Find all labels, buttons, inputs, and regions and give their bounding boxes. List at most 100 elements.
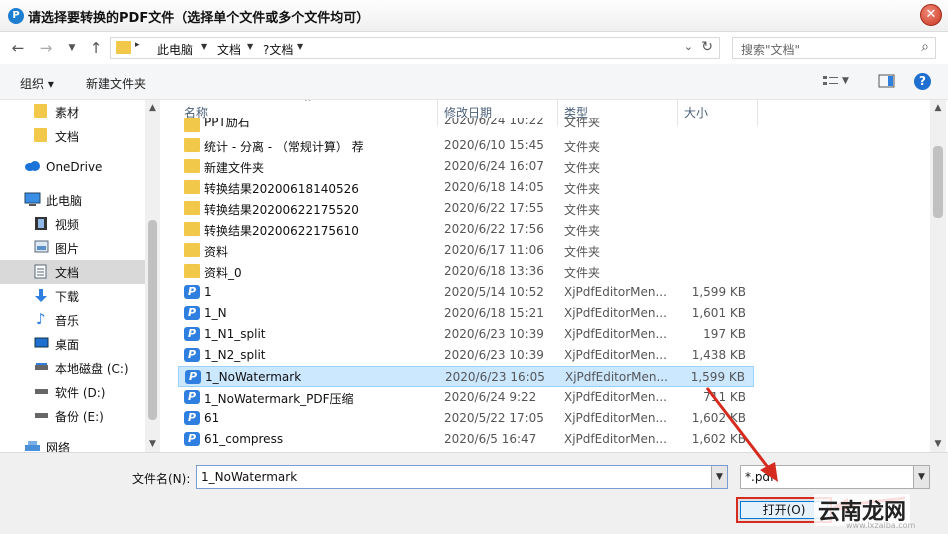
- sidebar-item-documents-folder[interactable]: 文档: [0, 124, 145, 148]
- sidebar-item-drive-d[interactable]: 软件 (D:): [0, 380, 145, 404]
- list-item[interactable]: 新建文件夹 2020/6/24 16:07 文件夹: [178, 156, 754, 177]
- file-date: 2020/6/18 15:21: [444, 306, 544, 320]
- sidebar-item-drive-c[interactable]: 本地磁盘 (C:): [0, 356, 145, 380]
- sidebar-item-desktop[interactable]: 桌面: [0, 332, 145, 356]
- file-date: 2020/6/17 11:06: [444, 243, 544, 257]
- video-icon: [34, 216, 49, 231]
- list-item[interactable]: 统计 - 分离 - （常规计算） 荐 2020/6/10 15:45 文件夹: [178, 135, 754, 156]
- address-bar[interactable]: ▸ 此电脑 ▼ 文档 ▼ ?文档 ▼ ⌄ ↻: [110, 37, 720, 59]
- up-arrow-icon[interactable]: ↑: [86, 38, 106, 58]
- folder-icon: [184, 138, 200, 152]
- view-options-icon[interactable]: [822, 73, 840, 89]
- folder-icon: [34, 128, 47, 142]
- chevron-down-icon[interactable]: ▼: [201, 42, 207, 51]
- file-size: 1,599 KB: [690, 370, 745, 384]
- list-item[interactable]: 转换结果20200622175520 2020/6/22 17:55 文件夹: [178, 198, 754, 219]
- sidebar-item-drive-e[interactable]: 备份 (E:): [0, 404, 145, 428]
- scroll-up-icon[interactable]: ▲: [145, 100, 160, 116]
- back-arrow-icon[interactable]: ←: [8, 38, 28, 58]
- file-type: 文件夹: [564, 266, 601, 280]
- view-dropdown-icon[interactable]: ▼: [842, 76, 856, 92]
- sidebar-item-this-pc[interactable]: 此电脑: [0, 188, 145, 212]
- list-item[interactable]: 资料_0 2020/6/18 13:36 文件夹: [178, 261, 754, 282]
- file-list-scrollbar[interactable]: ▲ ▼: [930, 100, 946, 452]
- list-item[interactable]: PPT励石 2020/6/24 10:22 文件夹: [178, 118, 754, 132]
- close-button[interactable]: ✕: [920, 4, 942, 26]
- file-type: 文件夹: [564, 224, 601, 238]
- file-name: 61: [204, 411, 220, 425]
- sidebar-item-label: 文档: [55, 266, 80, 280]
- window-title: 请选择要转换的PDF文件（选择单个文件或多个文件均可）: [28, 11, 370, 26]
- sidebar-item-videos[interactable]: 视频: [0, 212, 145, 236]
- recent-locations-dropdown-icon[interactable]: ▼: [62, 38, 82, 58]
- sidebar-item-network[interactable]: 网络: [0, 435, 145, 452]
- file-name: 统计 - 分离 - （常规计算） 荐: [204, 140, 364, 154]
- list-item[interactable]: P 1 2020/5/14 10:52 XjPdfEditorMen... 1,…: [178, 282, 754, 303]
- scroll-up-icon[interactable]: ▲: [930, 100, 946, 116]
- preview-pane-icon[interactable]: [878, 73, 896, 89]
- sidebar-item-downloads[interactable]: 下载: [0, 284, 145, 308]
- list-item[interactable]: P 61_compress 2020/6/5 16:47 XjPdfEditor…: [178, 429, 754, 450]
- sidebar-item-pictures[interactable]: 图片: [0, 236, 145, 260]
- search-box[interactable]: 搜索"文档" ⌕: [732, 37, 936, 59]
- scrollbar-thumb[interactable]: [148, 220, 157, 420]
- file-type: XjPdfEditorMen...: [564, 327, 667, 341]
- sidebar-item-music[interactable]: ♪ 音乐: [0, 308, 145, 332]
- pdf-file-icon: P: [184, 411, 200, 425]
- search-icon[interactable]: ⌕: [921, 39, 929, 55]
- sidebar-item-onedrive[interactable]: OneDrive: [0, 156, 145, 180]
- file-date: 2020/6/24 9:22: [444, 390, 537, 404]
- sidebar-item-label: 视频: [55, 218, 80, 232]
- sidebar-item-material[interactable]: 素材: [0, 100, 145, 124]
- title-bar: P 请选择要转换的PDF文件（选择单个文件或多个文件均可） ✕: [0, 0, 948, 32]
- drive-icon: [34, 360, 49, 375]
- refresh-icon[interactable]: ↻: [701, 39, 713, 55]
- new-folder-button[interactable]: 新建文件夹: [86, 75, 146, 92]
- folder-icon: [184, 180, 200, 194]
- breadcrumb-documents[interactable]: 文档: [217, 41, 241, 58]
- filter-dropdown-icon[interactable]: ▼: [913, 466, 929, 488]
- filename-value[interactable]: 1_NoWatermark: [201, 470, 297, 484]
- file-name: 61_compress: [204, 432, 284, 446]
- breadcrumb-this-pc[interactable]: 此电脑: [157, 41, 193, 58]
- list-item-selected[interactable]: P 1_NoWatermark 2020/6/23 16:05 XjPdfEdi…: [178, 366, 754, 387]
- list-item[interactable]: P 61 2020/5/22 17:05 XjPdfEditorMen... 1…: [178, 408, 754, 429]
- breadcrumb-current[interactable]: ?文档: [263, 41, 293, 58]
- address-dropdown-icon[interactable]: ⌄: [684, 40, 693, 53]
- pdf-file-icon: P: [184, 432, 200, 446]
- scroll-down-icon[interactable]: ▼: [145, 436, 160, 452]
- sidebar-item-label: 素材: [55, 106, 80, 120]
- help-icon[interactable]: ?: [914, 73, 931, 90]
- navigation-scrollbar[interactable]: ▲ ▼: [145, 100, 160, 452]
- list-item[interactable]: P 1_NoWatermark_PDF压缩 2020/6/24 9:22 XjP…: [178, 387, 754, 408]
- scroll-down-icon[interactable]: ▼: [930, 436, 946, 452]
- file-type: 文件夹: [564, 245, 601, 259]
- file-name: 资料: [204, 245, 229, 259]
- file-date: 2020/5/22 17:05: [444, 411, 544, 425]
- file-type: XjPdfEditorMen...: [564, 390, 667, 404]
- sidebar-item-documents[interactable]: 文档: [0, 260, 145, 284]
- search-input[interactable]: 搜索"文档": [741, 41, 800, 58]
- list-item[interactable]: P 1_N2_split 2020/6/23 10:39 XjPdfEditor…: [178, 345, 754, 366]
- filename-field[interactable]: 1_NoWatermark ▼: [196, 465, 728, 489]
- file-date: 2020/6/18 14:05: [444, 180, 544, 194]
- file-type-filter[interactable]: *.pdf ▼: [740, 465, 930, 489]
- list-item[interactable]: P 1_N 2020/6/18 15:21 XjPdfEditorMen... …: [178, 303, 754, 324]
- list-item[interactable]: 转换结果20200618140526 2020/6/18 14:05 文件夹: [178, 177, 754, 198]
- chevron-right-icon: ▸: [135, 40, 140, 50]
- file-type: 文件夹: [564, 140, 601, 154]
- list-item[interactable]: P 1_N1_split 2020/6/23 10:39 XjPdfEditor…: [178, 324, 754, 345]
- chevron-down-icon[interactable]: ▼: [297, 42, 303, 51]
- filename-dropdown-icon[interactable]: ▼: [711, 466, 727, 488]
- filter-value[interactable]: *.pdf: [745, 470, 774, 484]
- sidebar-item-label: 下载: [55, 290, 80, 304]
- forward-arrow-icon[interactable]: →: [36, 38, 56, 58]
- list-item[interactable]: 转换结果20200622175610 2020/6/22 17:56 文件夹: [178, 219, 754, 240]
- list-item[interactable]: 资料 2020/6/17 11:06 文件夹: [178, 240, 754, 261]
- file-size: 1,601 KB: [691, 306, 746, 320]
- scrollbar-thumb[interactable]: [933, 146, 943, 218]
- sidebar-item-label: 软件 (D:): [55, 386, 106, 400]
- file-date: 2020/6/5 16:47: [444, 432, 537, 446]
- organize-menu[interactable]: 组织 ▾: [20, 75, 54, 92]
- chevron-down-icon[interactable]: ▼: [247, 42, 253, 51]
